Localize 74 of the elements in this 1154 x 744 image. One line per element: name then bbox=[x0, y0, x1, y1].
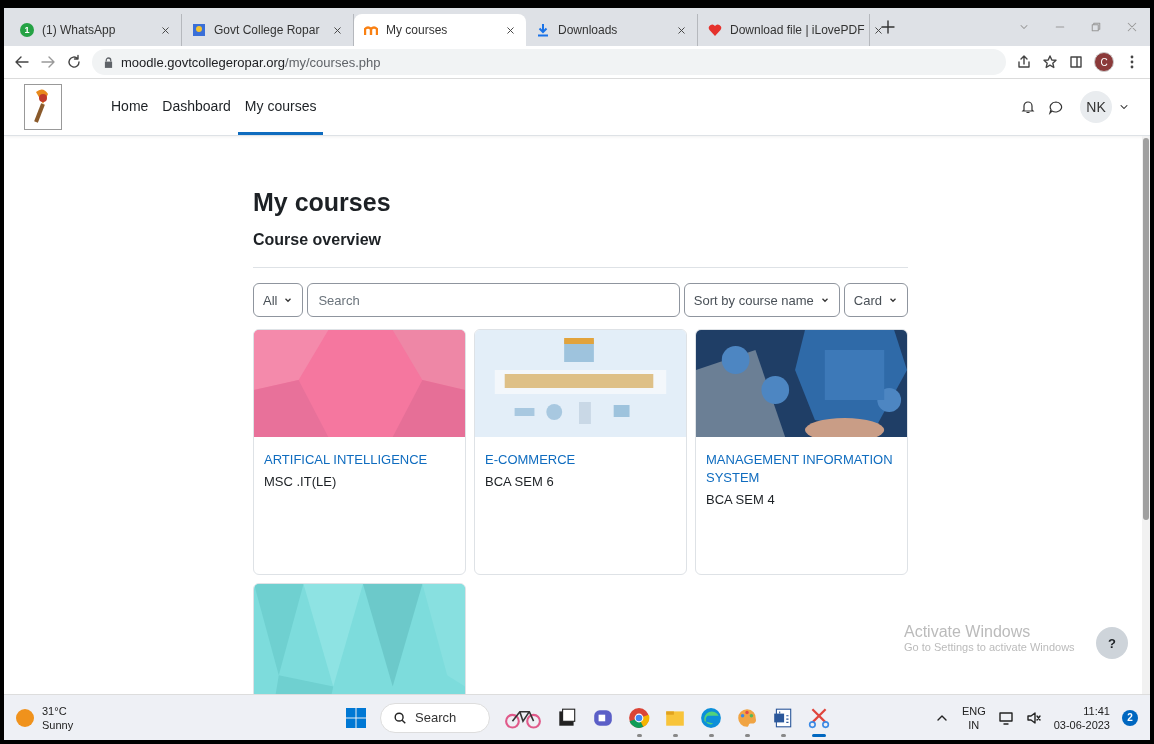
sidebar-icon[interactable] bbox=[1068, 54, 1084, 70]
lock-icon bbox=[104, 56, 113, 68]
new-tab-icon[interactable] bbox=[880, 19, 896, 35]
edge-icon[interactable] bbox=[700, 706, 722, 729]
close-icon[interactable] bbox=[872, 24, 884, 36]
clock-date[interactable]: 03-06-2023 bbox=[1053, 717, 1110, 732]
share-icon[interactable] bbox=[1016, 54, 1032, 70]
nav-link[interactable]: Home bbox=[104, 79, 156, 135]
chat-icon[interactable] bbox=[1048, 99, 1064, 115]
address-field[interactable]: moodle.govtcollegeropar.org/my/courses.php bbox=[92, 49, 1006, 75]
browser-tab[interactable]: Downloads bbox=[526, 14, 698, 46]
course-card[interactable]: ARTIFICAL INTELLIGENCE MSC .IT(LE) bbox=[253, 329, 466, 575]
browser-tab[interactable]: 1 (1) WhatsApp bbox=[10, 14, 182, 46]
language-label[interactable]: ENG bbox=[961, 703, 986, 718]
task-view-icon[interactable] bbox=[556, 706, 578, 729]
download-icon bbox=[536, 23, 550, 37]
moodle-icon bbox=[364, 23, 378, 37]
start-icon[interactable] bbox=[346, 707, 366, 728]
clock-time[interactable]: 11:41 bbox=[1083, 703, 1110, 718]
college-logo bbox=[24, 84, 62, 130]
course-link[interactable]: ARTIFICAL INTELLIGENCE bbox=[264, 451, 455, 469]
close-icon[interactable] bbox=[676, 24, 687, 36]
region-label[interactable]: IN bbox=[968, 717, 980, 732]
notification-badge: 1 bbox=[20, 23, 34, 37]
taskbar-search[interactable]: Search bbox=[380, 702, 490, 733]
close-icon[interactable] bbox=[505, 24, 516, 36]
temperature: 31°C bbox=[42, 703, 68, 718]
sort-dropdown[interactable]: Sort by course name bbox=[683, 283, 840, 317]
view-dropdown[interactable]: Card bbox=[843, 283, 908, 317]
site-icon bbox=[192, 23, 206, 37]
profile-avatar[interactable]: C bbox=[1094, 52, 1114, 72]
page-title: My courses bbox=[253, 188, 392, 217]
chrome-icon[interactable] bbox=[628, 706, 650, 729]
filter-dropdown[interactable]: All bbox=[253, 283, 304, 317]
tab-title: (1) WhatsApp bbox=[42, 23, 117, 37]
close-icon[interactable] bbox=[332, 24, 343, 36]
scrollbar-thumb[interactable] bbox=[1143, 138, 1149, 520]
activation-message: Go to Settings to activate Windows bbox=[904, 641, 1075, 653]
course-category: MSC .IT(LE) bbox=[264, 473, 338, 491]
heart-icon bbox=[708, 23, 722, 37]
tab-title: Downloads bbox=[558, 23, 619, 37]
browser-tab[interactable]: Download file | iLovePDF bbox=[698, 14, 870, 46]
tab-title: My courses bbox=[386, 23, 449, 37]
bell-icon[interactable] bbox=[1020, 99, 1036, 115]
scissors-icon[interactable] bbox=[808, 706, 830, 729]
forward-icon[interactable] bbox=[40, 54, 56, 70]
browser-tab[interactable]: My courses bbox=[354, 14, 526, 46]
nav-link[interactable]: Dashboard bbox=[155, 79, 238, 135]
search-icon[interactable] bbox=[393, 710, 407, 725]
close-icon[interactable] bbox=[160, 24, 171, 36]
reload-icon[interactable] bbox=[66, 54, 82, 70]
course-link[interactable]: MANAGEMENT INFORMATION SYSTEM bbox=[706, 451, 897, 487]
search-field[interactable]: Search bbox=[307, 283, 680, 317]
section-title: Course overview bbox=[253, 231, 383, 249]
sun-icon bbox=[16, 708, 34, 727]
weather-condition: Sunny bbox=[42, 717, 74, 732]
notification-badge[interactable]: 2 bbox=[1122, 709, 1138, 726]
monitor-icon[interactable] bbox=[997, 709, 1014, 726]
activation-title: Activate Windows bbox=[904, 623, 1032, 641]
course-card[interactable]: E-COMMERCE BCA SEM 6 bbox=[474, 329, 687, 575]
nav-link[interactable]: My courses bbox=[237, 79, 324, 135]
tab-title: Govt College Ropar bbox=[214, 23, 321, 37]
tab-title: Download file | iLovePDF bbox=[730, 23, 865, 37]
help-button[interactable]: ? bbox=[1096, 627, 1128, 659]
star-icon[interactable] bbox=[1042, 54, 1058, 70]
user-avatar[interactable]: NK bbox=[1080, 91, 1112, 123]
course-category: BCA SEM 6 bbox=[485, 473, 555, 491]
speaker-icon[interactable] bbox=[1025, 709, 1042, 726]
course-card[interactable]: MANAGEMENT INFORMATION SYSTEM BCA SEM 4 bbox=[695, 329, 908, 575]
palette-icon[interactable] bbox=[736, 706, 758, 729]
document-icon[interactable] bbox=[772, 706, 794, 729]
back-icon[interactable] bbox=[14, 54, 30, 70]
course-category: BCA SEM 4 bbox=[706, 491, 776, 509]
course-link[interactable]: E-COMMERCE bbox=[485, 451, 676, 469]
